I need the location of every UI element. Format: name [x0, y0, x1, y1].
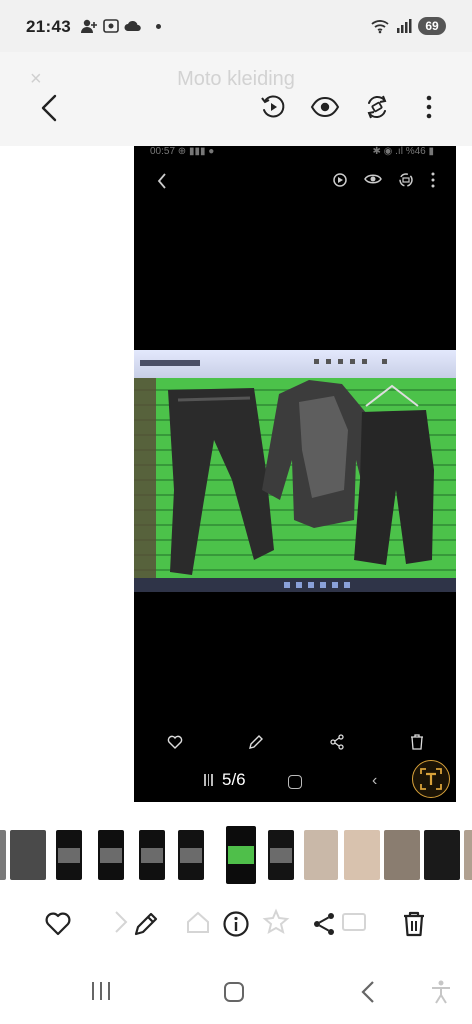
inner-photo-counter: 5/6 — [222, 770, 246, 789]
share-button[interactable] — [308, 908, 340, 940]
thumb-5[interactable] — [139, 830, 165, 880]
inner-more-icon — [431, 172, 435, 188]
thumbnail-strip — [0, 824, 472, 886]
ghost-home-icon — [187, 911, 209, 933]
photo-inner-navbar: 5/6 ‹ — [134, 760, 456, 798]
main-photo[interactable]: 00:57 ⊕ ▮▮▮ ● ✱ ◉ .ıl %46 ▮ 5/6 ‹ — [134, 146, 456, 802]
person-add-icon — [81, 19, 97, 33]
inner-motion-icon — [333, 173, 347, 187]
thumb-inner-photo — [228, 846, 254, 864]
thumb-13[interactable] — [464, 830, 472, 880]
inner-pencil-icon — [248, 735, 263, 749]
wifi-icon — [371, 20, 389, 34]
details-button[interactable] — [220, 908, 252, 940]
thumb-12[interactable] — [424, 830, 460, 880]
inner-eye-icon — [364, 174, 382, 184]
faded-album-title: Moto kleiding — [177, 68, 295, 90]
accessibility-icon[interactable] — [430, 980, 452, 1004]
pencil-icon — [134, 912, 158, 936]
moto-clothing-illustration — [134, 350, 456, 592]
inner-back-icon — [157, 173, 166, 189]
moto-clothing-picture — [134, 350, 456, 592]
thumb-inner-photo — [100, 847, 122, 863]
ghost-star-icon — [262, 908, 290, 935]
info-icon — [223, 911, 249, 937]
inner-trash-icon — [410, 734, 423, 750]
more-options-button[interactable] — [414, 92, 444, 122]
photo-inner-status-right: ✱ ◉ .ıl %46 ▮ — [372, 146, 434, 157]
dot-icon — [156, 23, 161, 29]
back-arrow-icon[interactable] — [36, 92, 64, 124]
view-button[interactable] — [310, 92, 340, 122]
inner-share-icon — [329, 734, 344, 750]
inner-recents-icon — [204, 774, 218, 788]
status-system-icons: 69 — [370, 17, 446, 35]
thumb-10[interactable] — [344, 830, 380, 880]
thumb-inner-photo — [270, 847, 292, 863]
thumb-1[interactable] — [0, 830, 6, 880]
thumb-3[interactable] — [56, 830, 82, 880]
inner-nav-back-icon: ‹ — [372, 772, 378, 789]
inner-heart-icon — [167, 735, 182, 749]
thumb-4[interactable] — [98, 830, 124, 880]
screenshot-icon — [103, 19, 119, 33]
motion-photo-button[interactable] — [258, 92, 288, 122]
status-time: 21:43 — [26, 17, 71, 36]
photo-inner-bottom-bar — [134, 728, 456, 756]
status-bar: 21:43 69 — [0, 0, 472, 52]
thumb-inner-photo — [141, 847, 163, 863]
edit-button[interactable] — [130, 908, 162, 940]
recents-button[interactable] — [92, 982, 110, 1000]
text-recognition-button[interactable] — [412, 760, 450, 798]
app-bar: × Moto kleiding — [0, 52, 472, 146]
battery-badge: 69 — [418, 17, 446, 35]
thumb-11[interactable] — [384, 830, 420, 880]
trash-icon — [404, 911, 424, 937]
thumb-2[interactable] — [10, 830, 46, 880]
inner-rotate-icon — [399, 173, 413, 187]
favorite-button[interactable] — [42, 908, 74, 940]
thumb-inner-photo — [58, 847, 80, 863]
thumb-inner-photo — [180, 847, 202, 863]
system-navigation-bar — [0, 966, 472, 1024]
heart-icon — [45, 912, 71, 936]
more-options-icon — [426, 95, 432, 119]
thumb-8[interactable] — [268, 830, 294, 880]
top-action-group — [258, 92, 444, 122]
thumb-9[interactable] — [304, 830, 338, 880]
rotate-button[interactable] — [362, 92, 392, 122]
ghost-card-icon — [342, 913, 366, 931]
thumb-6[interactable] — [178, 830, 204, 880]
signal-icon — [397, 19, 412, 33]
cloud-icon — [124, 20, 141, 31]
text-recognition-icon — [420, 768, 442, 790]
inner-action-icons — [332, 172, 436, 188]
bottom-action-bar — [0, 896, 472, 952]
share-icon — [314, 913, 334, 935]
photo-inner-status-left: 00:57 ⊕ ▮▮▮ ● — [150, 146, 215, 157]
rotate-icon — [367, 95, 387, 119]
home-button[interactable] — [224, 982, 244, 1002]
thumb-7[interactable] — [226, 826, 256, 884]
delete-button[interactable] — [398, 908, 430, 940]
system-back-button[interactable] — [358, 978, 378, 1006]
motion-photo-icon — [261, 95, 285, 118]
status-notification-icons — [80, 18, 161, 34]
eye-icon — [310, 96, 340, 118]
inner-home-icon — [288, 775, 302, 789]
gallery-viewer-screen: 21:43 69 × Moto kleiding 00:57 ⊕ ▮▮▮ ● ✱… — [0, 0, 472, 1024]
photo-inner-toolbar — [134, 168, 456, 196]
